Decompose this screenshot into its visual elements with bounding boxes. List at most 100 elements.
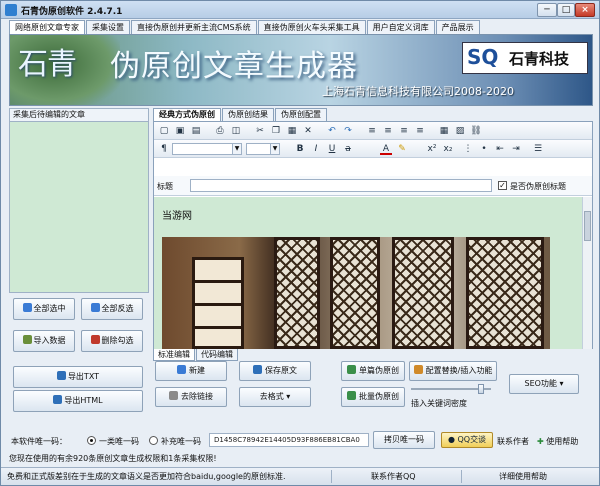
brand-logo: SQ 石青科技 [462,42,588,74]
align-justify-icon[interactable]: ≡ [414,125,426,137]
radio-supplement[interactable] [149,436,158,445]
invert-icon [90,303,100,312]
highlight-icon[interactable]: ✎ [396,143,408,155]
tab-pseudo-result[interactable]: 伪原创结果 [222,108,274,121]
bold-icon[interactable]: B [294,143,306,155]
indent-icon[interactable]: ⇥ [510,143,522,155]
preview-icon[interactable]: ◫ [230,125,242,137]
radio-supplement-label: 补充唯一码 [161,437,201,446]
italic-icon[interactable]: I [310,143,322,155]
status-help[interactable]: 详细使用帮助 [499,471,547,482]
radio-type1[interactable] [87,436,96,445]
content-area[interactable]: 当游网 [154,197,582,349]
batch-pseudo-icon [347,391,356,400]
copy-code-button[interactable]: 拷贝唯一码 [373,431,435,449]
link-icon[interactable]: ⛓ [470,125,482,137]
delete-icon [90,335,100,344]
export-html-button[interactable]: 导出HTML [13,390,143,412]
tab-products[interactable]: 产品展示 [435,20,480,34]
style-icon[interactable]: ¶ [158,143,170,155]
scrollbar-thumb[interactable] [584,211,591,241]
format-dropdown-icon: ▾ [286,392,291,401]
font-size-select[interactable]: ▼ [246,143,280,155]
pseudo-title-checkbox[interactable]: ✓ [498,181,507,190]
content-site-name: 当游网 [162,211,192,222]
tab-classic-pseudo[interactable]: 经典方式伪原创 [153,108,221,121]
tab-original-article-expert[interactable]: 网络原创文章专家 [9,20,85,34]
close-button[interactable]: × [575,3,595,17]
article-list-header: 采集后待编辑的文章 [9,108,149,121]
slider-knob[interactable] [478,384,484,394]
cut-icon[interactable]: ✂ [254,125,266,137]
strikethrough-icon[interactable]: a [342,143,354,155]
remove-format-button[interactable]: 去格式 ▾ [239,387,311,407]
align-right-icon[interactable]: ≡ [398,125,410,137]
delete-icon[interactable]: ✕ [302,125,314,137]
save-original-icon [253,365,262,374]
underline-icon[interactable]: U [326,143,338,155]
copy-icon[interactable]: ❐ [270,125,282,137]
minimize-button[interactable]: ─ [537,3,557,17]
tab-code-edit[interactable]: 代码编辑 [196,349,238,361]
font-family-select[interactable]: ▼ [172,143,242,155]
editor-tabs: 经典方式伪原创 伪原创结果 伪原创配置 [153,108,593,121]
superscript-icon[interactable]: x² [426,143,438,155]
status-separator [331,470,332,483]
image-lattice-1 [274,237,320,349]
open-icon[interactable]: ▣ [174,125,186,137]
image-icon[interactable]: ▨ [454,125,466,137]
new-button[interactable]: 新建 [155,361,227,381]
export-txt-button[interactable]: 导出TXT [13,366,143,388]
keyword-density-slider[interactable] [411,384,491,394]
select-all-button[interactable]: 全部选中 [13,298,75,320]
tab-locomotive-tool[interactable]: 直接伪原创火车头采集工具 [257,20,366,34]
align-left-icon[interactable]: ≡ [366,125,378,137]
banner-title: 伪原创文章生成器 [110,49,358,84]
table-icon[interactable]: ▦ [438,125,450,137]
title-row: 标题 ✓ 是否伪原创标题 [154,176,592,196]
tab-cms-update[interactable]: 直接伪原创并更新主流CMS系统 [131,20,257,34]
main-tabs: 网络原创文章专家 采集设置 直接伪原创并更新主流CMS系统 直接伪原创火车头采集… [9,20,481,34]
undo-icon[interactable]: ↶ [326,125,338,137]
bullet-list-icon[interactable]: • [478,143,490,155]
format-icon[interactable]: ☰ [532,143,544,155]
content-scrollbar[interactable] [582,197,592,349]
help-link[interactable]: ✚ 使用帮助 [537,436,578,447]
maximize-button[interactable]: □ [557,3,575,17]
unique-code-field[interactable]: D1458C78942E14405D93F886EB81CBA0 [209,433,369,447]
seo-button[interactable]: SEO功能 ▾ [509,374,579,394]
title-bar: 石青伪原创软件 2.4.7.1 ─ □ × [1,1,599,19]
article-list[interactable] [9,121,149,293]
subscript-icon[interactable]: x₂ [442,143,454,155]
contact-author-link[interactable]: 联系作者 [497,436,529,447]
editor-toolbar-1: ▢ ▣ ▤ ⎙ ◫ ✂ ❐ ▦ ✕ ↶ ↷ ≡ ≡ ≡ ≡ ▦ ▨ ⛓ [154,122,592,140]
paste-icon[interactable]: ▦ [286,125,298,137]
import-data-button[interactable]: 导入数据 [13,330,75,352]
ordered-list-icon[interactable]: ⋮ [462,143,474,155]
replace-insert-config-button[interactable]: 配置替换/插入功能 [409,361,497,381]
remove-links-button[interactable]: 去除链接 [155,387,227,407]
invert-selection-button[interactable]: 全部反选 [81,298,143,320]
qq-icon: ● [447,435,455,444]
redo-icon[interactable]: ↷ [342,125,354,137]
title-input[interactable] [190,179,492,192]
tab-standard-edit[interactable]: 标准编辑 [153,349,195,361]
save-icon[interactable]: ▤ [190,125,202,137]
tab-custom-dictionary[interactable]: 用户自定义词库 [366,20,435,34]
banner-logo-text: 石青 [18,47,77,82]
print-icon[interactable]: ⎙ [214,125,226,137]
new-doc-icon[interactable]: ▢ [158,125,170,137]
status-contact-qq[interactable]: 联系作者QQ [371,471,416,482]
tab-pseudo-config[interactable]: 伪原创配置 [275,108,327,121]
batch-pseudo-button[interactable]: 批量伪原创 [341,387,405,407]
tab-collect-settings[interactable]: 采集设置 [86,20,130,34]
outdent-icon[interactable]: ⇤ [494,143,506,155]
qq-chat-button[interactable]: ● QQ交谈 [441,432,493,448]
save-original-button[interactable]: 保存原文 [239,361,311,381]
app-window: 石青伪原创软件 2.4.7.1 ─ □ × 网络原创文章专家 采集设置 直接伪原… [0,0,600,486]
delete-checked-button[interactable]: 删除勾选 [81,330,143,352]
editor-toolbar-2: ¶ ▼ ▼ B I U a A ✎ x² x₂ ⋮ • ⇤ ⇥ ☰ [154,140,592,158]
align-center-icon[interactable]: ≡ [382,125,394,137]
single-pseudo-button[interactable]: 单篇伪原创 [341,361,405,381]
font-color-icon[interactable]: A [380,143,392,155]
